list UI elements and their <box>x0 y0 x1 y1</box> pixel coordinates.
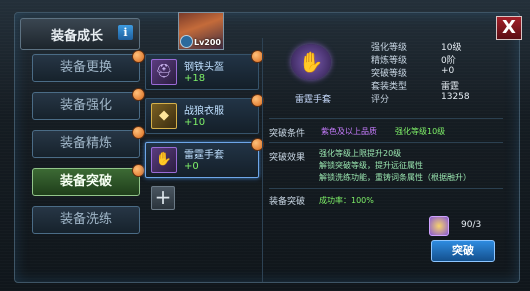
effect-label: 突破效果 <box>269 153 306 163</box>
breakthrough-button[interactable]: 突破 <box>431 240 495 262</box>
glove-icon: ✋ <box>291 44 331 80</box>
stat-value: 0阶 <box>441 56 456 66</box>
menu-label: 装备突破 <box>59 174 112 189</box>
stat-label: 精炼等级 <box>371 56 408 66</box>
stat-label: 评分 <box>371 95 390 105</box>
material-count: 90/3 <box>461 220 482 230</box>
stats-table: 强化等级 10级 精炼等级 0阶 突破等级 +0 套装类型 雷霆 评分 1325… <box>371 40 503 105</box>
material-gem-icon[interactable] <box>429 216 449 236</box>
stat-row: 评分 13258 <box>371 92 503 105</box>
menu-equip-reforge-button[interactable]: 装备洗练 <box>32 206 140 234</box>
menu-equip-enhance-button[interactable]: 装备强化 <box>32 88 145 120</box>
stat-row: 精炼等级 0阶 <box>371 53 503 66</box>
effect-list: 强化等级上限提升20级 解锁突破等级，提升远征属性 解锁洗练功能，重铸词条属性（… <box>319 148 471 184</box>
rank-badge-icon <box>180 35 193 48</box>
menu-label: 装备精炼 <box>59 136 112 151</box>
stat-row: 套装类型 雷霆 <box>371 79 503 92</box>
divider <box>269 142 503 143</box>
stat-row: 突破等级 +0 <box>371 66 503 79</box>
stat-row: 强化等级 10级 <box>371 40 503 53</box>
equipment-list: ⛑ 钢铁头盔 +18 ◆ 战狼衣服 +10 ✋ 雷霆手套 +0 + <box>145 50 264 254</box>
left-menu: 装备更换 装备强化 装备精炼 装备突破 装备洗练 <box>32 50 145 244</box>
helmet-icon: ⛑ <box>151 59 177 85</box>
menu-equip-refine-button[interactable]: 装备精炼 <box>32 126 145 158</box>
equipment-item-glove[interactable]: ✋ 雷霆手套 +0 <box>145 138 264 178</box>
item-value: +18 <box>184 73 206 84</box>
divider <box>269 188 503 189</box>
item-name: 战狼衣服 <box>184 106 224 117</box>
stat-value: 13258 <box>441 92 470 102</box>
menu-label: 装备更换 <box>59 60 112 75</box>
success-rate: 成功率：100% <box>319 196 374 205</box>
menu-label: 装备洗练 <box>59 212 112 227</box>
avatar-level: Lv200 <box>193 38 221 47</box>
menu-label: 装备强化 <box>59 98 112 113</box>
glove-icon: ✋ <box>151 147 177 173</box>
notification-dot-icon <box>132 164 145 177</box>
info-icon[interactable]: i <box>118 25 133 40</box>
page-title: 装备成长 <box>51 29 104 44</box>
detail-panel: ✋ 雷霆手套 强化等级 10级 精炼等级 0阶 突破等级 +0 套装类型 雷霆 … <box>262 38 511 282</box>
menu-equip-change-button[interactable]: 装备更换 <box>32 50 145 82</box>
stat-value: 雷霆 <box>441 82 460 92</box>
item-value: +0 <box>184 161 199 172</box>
stat-value: 10级 <box>441 43 462 53</box>
equipment-item-armor[interactable]: ◆ 战狼衣服 +10 <box>145 94 264 134</box>
close-button[interactable]: X <box>496 16 522 40</box>
equipment-name: 雷霆手套 <box>294 95 331 105</box>
condition-level: 强化等级10级 <box>395 127 446 136</box>
effect-line: 解锁突破等级，提升远征属性 <box>319 161 423 170</box>
title-panel: 装备成长 i <box>20 18 140 50</box>
menu-equip-breakthrough-button[interactable]: 装备突破 <box>32 164 145 196</box>
effect-line: 解锁洗练功能，重铸词条属性（根据融升） <box>319 173 471 182</box>
notification-dot-icon <box>132 126 145 139</box>
item-name: 雷霆手套 <box>184 150 224 161</box>
add-equipment-button[interactable]: + <box>151 186 175 210</box>
item-name: 钢铁头盔 <box>184 62 224 73</box>
item-value: +10 <box>184 117 206 128</box>
stat-value: +0 <box>441 66 455 76</box>
break-label: 装备突破 <box>269 197 306 207</box>
stat-label: 强化等级 <box>371 43 408 53</box>
armor-icon: ◆ <box>151 103 177 129</box>
stat-label: 突破等级 <box>371 69 408 79</box>
notification-dot-icon <box>132 50 145 63</box>
equipment-item-helmet[interactable]: ⛑ 钢铁头盔 +18 <box>145 50 264 90</box>
divider <box>269 118 503 119</box>
condition-label: 突破条件 <box>269 129 306 139</box>
notification-dot-icon <box>132 88 145 101</box>
avatar[interactable]: Lv200 <box>178 12 224 50</box>
stat-label: 套装类型 <box>371 82 408 92</box>
effect-line: 强化等级上限提升20级 <box>319 149 402 158</box>
condition-quality: 紫色及以上品质 <box>321 127 377 136</box>
